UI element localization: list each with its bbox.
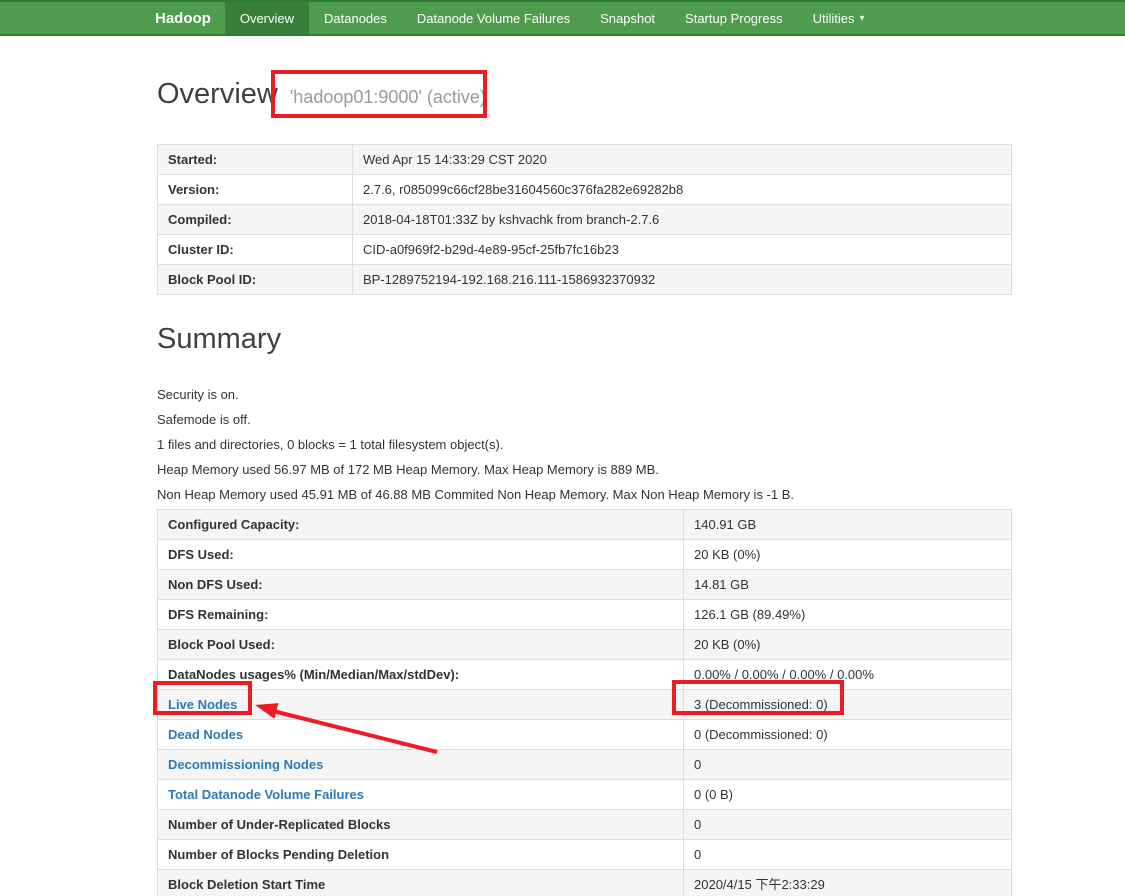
security-status-text: Security is on. xyxy=(157,387,239,402)
dfs-used-label: DFS Used: xyxy=(157,539,684,570)
block-deletion-start-time-label: Block Deletion Start Time xyxy=(157,869,684,896)
version-label: Version: xyxy=(157,174,353,205)
volume-failures-link[interactable]: Total Datanode Volume Failures xyxy=(168,787,364,802)
cluster-id-label: Cluster ID: xyxy=(157,234,353,265)
nav-item-overview[interactable]: Overview xyxy=(224,2,310,34)
table-row: Version: 2.7.6, r085099c66cf28be31604560… xyxy=(157,174,1012,205)
table-row: Compiled: 2018-04-18T01:33Z by kshvachk … xyxy=(157,204,1012,235)
dfs-remaining-label: DFS Remaining: xyxy=(157,599,684,630)
chevron-down-icon: ▾ xyxy=(859,12,865,24)
nav-item-label: Overview xyxy=(239,10,295,26)
version-value: 2.7.6, r085099c66cf28be31604560c376fa282… xyxy=(352,174,1012,205)
compiled-value: 2018-04-18T01:33Z by kshvachk from branc… xyxy=(352,204,1012,235)
datanodes-usages-value: 0.00% / 0.00% / 0.00% / 0.00% xyxy=(683,659,1012,690)
decommissioning-nodes-value: 0 xyxy=(683,749,1012,780)
started-label: Started: xyxy=(157,144,353,175)
page-title-text: Overview xyxy=(157,78,278,110)
non-dfs-used-value: 14.81 GB xyxy=(683,569,1012,600)
table-row: Configured Capacity: 140.91 GB xyxy=(157,509,1012,540)
cluster-info-table: Started: Wed Apr 15 14:33:29 CST 2020 Ve… xyxy=(157,144,1012,295)
dead-nodes-value: 0 (Decommissioned: 0) xyxy=(683,719,1012,750)
nav-item-snapshot[interactable]: Snapshot xyxy=(585,2,670,34)
safemode-status-text: Safemode is off. xyxy=(157,412,251,427)
table-row: Non DFS Used: 14.81 GB xyxy=(157,569,1012,600)
namenode-host-status: 'hadoop01:9000' (active) xyxy=(289,87,486,107)
nav-item-label: Startup Progress xyxy=(685,10,783,26)
live-nodes-link[interactable]: Live Nodes xyxy=(168,697,237,712)
dead-nodes-link[interactable]: Dead Nodes xyxy=(168,727,243,742)
cluster-id-value: CID-a0f969f2-b29d-4e89-95cf-25fb7fc16b23 xyxy=(352,234,1012,265)
dfs-remaining-value: 126.1 GB (89.49%) xyxy=(683,599,1012,630)
main-content: Overview 'hadoop01:9000' (active) Started… xyxy=(157,78,1012,896)
filesystem-objects-text: 1 files and directories, 0 blocks = 1 to… xyxy=(157,437,504,452)
configured-capacity-value: 140.91 GB xyxy=(683,509,1012,540)
dfs-used-value: 20 KB (0%) xyxy=(683,539,1012,570)
table-row: Number of Under-Replicated Blocks 0 xyxy=(157,809,1012,840)
configured-capacity-label: Configured Capacity: xyxy=(157,509,684,540)
non-heap-memory-text: Non Heap Memory used 45.91 MB of 46.88 M… xyxy=(157,487,795,502)
block-pool-used-value: 20 KB (0%) xyxy=(683,629,1012,660)
summary-title: Summary xyxy=(157,323,282,355)
heap-memory-text: Heap Memory used 56.97 MB of 172 MB Heap… xyxy=(157,462,659,477)
table-row: DFS Remaining: 126.1 GB (89.49%) xyxy=(157,599,1012,630)
table-row: DFS Used: 20 KB (0%) xyxy=(157,539,1012,570)
nav-item-datanodes[interactable]: Datanodes xyxy=(309,2,402,34)
top-navbar: Hadoop Overview Datanodes Datanode Volum… xyxy=(0,0,1125,36)
table-row: Total Datanode Volume Failures 0 (0 B) xyxy=(157,779,1012,810)
under-replicated-blocks-label: Number of Under-Replicated Blocks xyxy=(157,809,684,840)
started-value: Wed Apr 15 14:33:29 CST 2020 xyxy=(352,144,1012,175)
non-dfs-used-label: Non DFS Used: xyxy=(157,569,684,600)
table-row: Block Pool ID: BP-1289752194-192.168.216… xyxy=(157,264,1012,295)
blocks-pending-deletion-value: 0 xyxy=(683,839,1012,870)
table-row: Block Deletion Start Time 2020/4/15 下午2:… xyxy=(157,869,1012,896)
nav-item-label: Utilities xyxy=(812,10,855,26)
live-nodes-value: 3 (Decommissioned: 0) xyxy=(683,689,1012,720)
decommissioning-nodes-link[interactable]: Decommissioning Nodes xyxy=(168,757,323,772)
table-row: Cluster ID: CID-a0f969f2-b29d-4e89-95cf-… xyxy=(157,234,1012,265)
summary-lines: Security is on. Safemode is off. 1 files… xyxy=(157,382,1012,507)
block-pool-used-label: Block Pool Used: xyxy=(157,629,684,660)
table-row: Decommissioning Nodes 0 xyxy=(157,749,1012,780)
nav-item-label: Datanodes xyxy=(324,10,387,26)
table-row: Started: Wed Apr 15 14:33:29 CST 2020 xyxy=(157,144,1012,175)
nav-item-utilities-dropdown[interactable]: Utilities ▾ xyxy=(798,2,880,34)
nav-item-startup-progress[interactable]: Startup Progress xyxy=(670,2,798,34)
under-replicated-blocks-value: 0 xyxy=(683,809,1012,840)
page-title: Overview 'hadoop01:9000' (active) xyxy=(157,78,1012,114)
block-pool-id-value: BP-1289752194-192.168.216.111-1586932370… xyxy=(352,264,1012,295)
table-row: Dead Nodes 0 (Decommissioned: 0) xyxy=(157,719,1012,750)
nav-item-label: Datanode Volume Failures xyxy=(416,10,571,26)
table-row: DataNodes usages% (Min/Median/Max/stdDev… xyxy=(157,659,1012,690)
datanodes-usages-label: DataNodes usages% (Min/Median/Max/stdDev… xyxy=(157,659,684,690)
cluster-summary-table: Configured Capacity: 140.91 GB DFS Used:… xyxy=(157,509,1012,896)
navbar-brand[interactable]: Hadoop xyxy=(140,2,225,34)
blocks-pending-deletion-label: Number of Blocks Pending Deletion xyxy=(157,839,684,870)
nav-item-datanode-volume-failures[interactable]: Datanode Volume Failures xyxy=(402,2,585,34)
block-deletion-start-time-value: 2020/4/15 下午2:33:29 xyxy=(683,869,1012,896)
block-pool-id-label: Block Pool ID: xyxy=(157,264,353,295)
nav-item-label: Snapshot xyxy=(600,10,656,26)
table-row: Number of Blocks Pending Deletion 0 xyxy=(157,839,1012,870)
table-row: Live Nodes 3 (Decommissioned: 0) xyxy=(157,689,1012,720)
compiled-label: Compiled: xyxy=(157,204,353,235)
volume-failures-value: 0 (0 B) xyxy=(683,779,1012,810)
table-row: Block Pool Used: 20 KB (0%) xyxy=(157,629,1012,660)
